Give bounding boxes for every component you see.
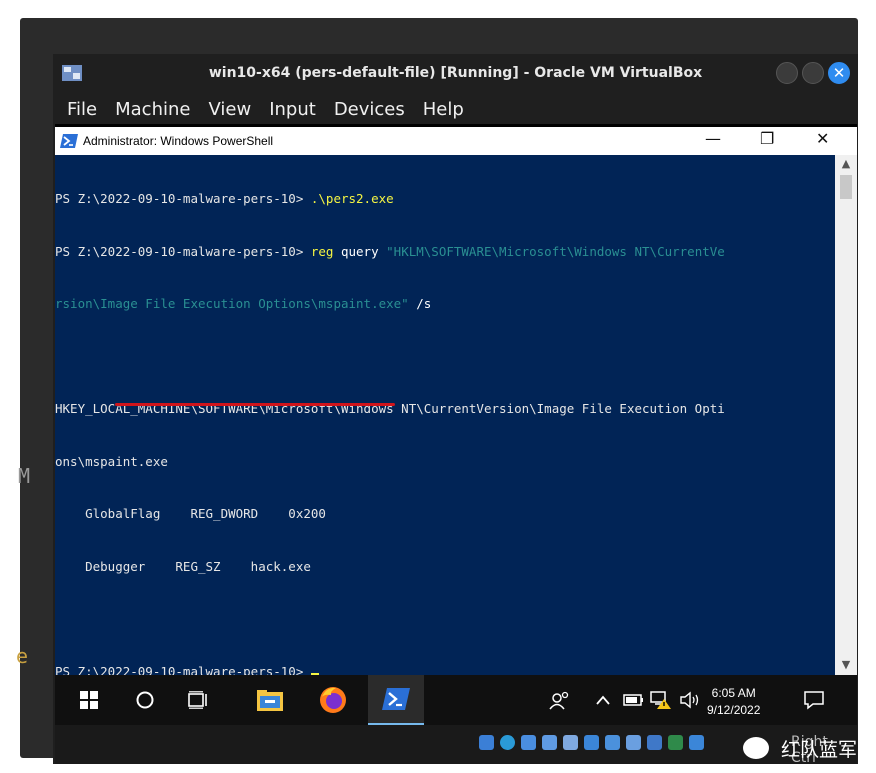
- console-line: ons\mspaint.exe: [55, 453, 168, 469]
- menu-file[interactable]: File: [67, 99, 97, 120]
- console-line: PS Z:\2022-09-10-malware-pers-10> reg qu…: [55, 243, 835, 261]
- console-output[interactable]: PS Z:\2022-09-10-malware-pers-10> .\pers…: [55, 155, 835, 675]
- registry-value-globalflag: GlobalFlag REG_DWORD 0x200: [55, 506, 326, 521]
- prompt: PS Z:\2022-09-10-malware-pers-10>: [55, 663, 311, 676]
- powershell-taskbar-button[interactable]: [368, 675, 424, 725]
- console-line: PS Z:\2022-09-10-malware-pers-10> .\pers…: [55, 190, 835, 208]
- host-desktop: M I i e win10-x64 (pers-default-file) [R…: [16, 18, 858, 766]
- command-string: "HKLM\SOFTWARE\Microsoft\Windows NT\Curr…: [386, 243, 725, 259]
- prompt: PS Z:\2022-09-10-malware-pers-10>: [55, 243, 311, 259]
- battery-icon[interactable]: [623, 675, 645, 725]
- virtualbox-window: win10-x64 (pers-default-file) [Running] …: [53, 54, 858, 766]
- network-warning-icon[interactable]: [649, 675, 673, 725]
- ps-maximize-button[interactable]: ❐: [760, 129, 774, 148]
- host-edge-char-left: M: [18, 464, 31, 488]
- ps-minimize-button[interactable]: —: [705, 129, 721, 148]
- shared-folders-icon[interactable]: [584, 735, 599, 750]
- command-flag: /s: [408, 296, 432, 311]
- watermark-text: 红队蓝军: [781, 739, 858, 761]
- audio-icon[interactable]: [521, 735, 536, 750]
- console-line: PS Z:\2022-09-10-malware-pers-10>: [55, 663, 835, 676]
- host-edge-char-left-lower: e: [16, 644, 29, 668]
- powershell-title: Administrator: Windows PowerShell: [83, 134, 274, 148]
- network-adapter-icon[interactable]: [542, 735, 557, 750]
- display-icon[interactable]: [605, 735, 620, 750]
- windows-start-icon[interactable]: [69, 675, 109, 725]
- console-scrollbar[interactable]: ▲ ▼: [835, 155, 857, 675]
- mouse-integration-icon[interactable]: [689, 735, 704, 750]
- windows-taskbar: 6:05 AM 9/12/2022: [55, 675, 857, 725]
- scroll-up-icon[interactable]: ▲: [835, 157, 857, 170]
- powershell-icon: [60, 134, 78, 148]
- vt-x-icon[interactable]: [668, 735, 683, 750]
- powershell-titlebar[interactable]: Administrator: Windows PowerShell — ❐ ✕: [55, 127, 857, 155]
- menu-input[interactable]: Input: [269, 99, 316, 120]
- vbox-maximize-button[interactable]: [802, 62, 824, 84]
- task-view-icon[interactable]: [179, 675, 219, 725]
- menu-view[interactable]: View: [208, 99, 251, 120]
- powershell-window: Administrator: Windows PowerShell — ❐ ✕ …: [55, 127, 857, 675]
- virtualbox-statusbar: Right Ctrl 红队蓝军: [55, 725, 858, 766]
- volume-icon[interactable]: [679, 675, 701, 725]
- vbox-close-button[interactable]: ✕: [828, 62, 850, 84]
- command: reg: [310, 243, 334, 259]
- command: .\pers2.exe: [310, 191, 394, 206]
- firefox-icon[interactable]: [308, 675, 358, 725]
- console-line: rsion\Image File Execution Options\mspai…: [55, 295, 835, 313]
- clock-date: 9/12/2022: [707, 703, 761, 717]
- wechat-logo-icon: [743, 737, 769, 759]
- cpu-icon[interactable]: [647, 735, 662, 750]
- menu-machine[interactable]: Machine: [115, 99, 190, 120]
- command-string-cont: rsion\Image File Execution Options\mspai…: [55, 296, 409, 311]
- virtualbox-menubar: File Machine View Input Devices Help: [53, 94, 858, 124]
- annotation-underline: [115, 403, 395, 406]
- ps-close-button[interactable]: ✕: [816, 129, 829, 148]
- hard-disk-icon[interactable]: [479, 735, 494, 750]
- action-center-icon[interactable]: [803, 675, 825, 725]
- menu-devices[interactable]: Devices: [334, 99, 405, 120]
- cortana-circle-icon[interactable]: [125, 675, 165, 725]
- menu-help[interactable]: Help: [423, 99, 464, 120]
- scroll-down-icon[interactable]: ▼: [835, 658, 857, 671]
- people-icon[interactable]: [549, 675, 571, 725]
- command-args: query: [333, 243, 387, 259]
- taskbar-clock[interactable]: 6:05 AM 9/12/2022: [707, 685, 760, 719]
- file-explorer-icon[interactable]: [245, 675, 295, 725]
- optical-drive-icon[interactable]: [500, 735, 515, 750]
- registry-value-debugger: Debugger REG_SZ hack.exe: [55, 558, 311, 574]
- tray-chevron-up-icon[interactable]: [595, 675, 611, 725]
- usb-icon[interactable]: [563, 735, 578, 750]
- vbox-minimize-button[interactable]: [776, 62, 798, 84]
- guest-screen[interactable]: Administrator: Windows PowerShell — ❐ ✕ …: [55, 124, 858, 766]
- prompt: PS Z:\2022-09-10-malware-pers-10>: [55, 191, 311, 206]
- virtualbox-title: win10-x64 (pers-default-file) [Running] …: [208, 65, 703, 81]
- video-capture-icon[interactable]: [626, 735, 641, 750]
- scroll-thumb[interactable]: [840, 175, 852, 199]
- clock-time: 6:05 AM: [711, 686, 756, 700]
- virtualbox-titlebar[interactable]: win10-x64 (pers-default-file) [Running] …: [53, 54, 858, 94]
